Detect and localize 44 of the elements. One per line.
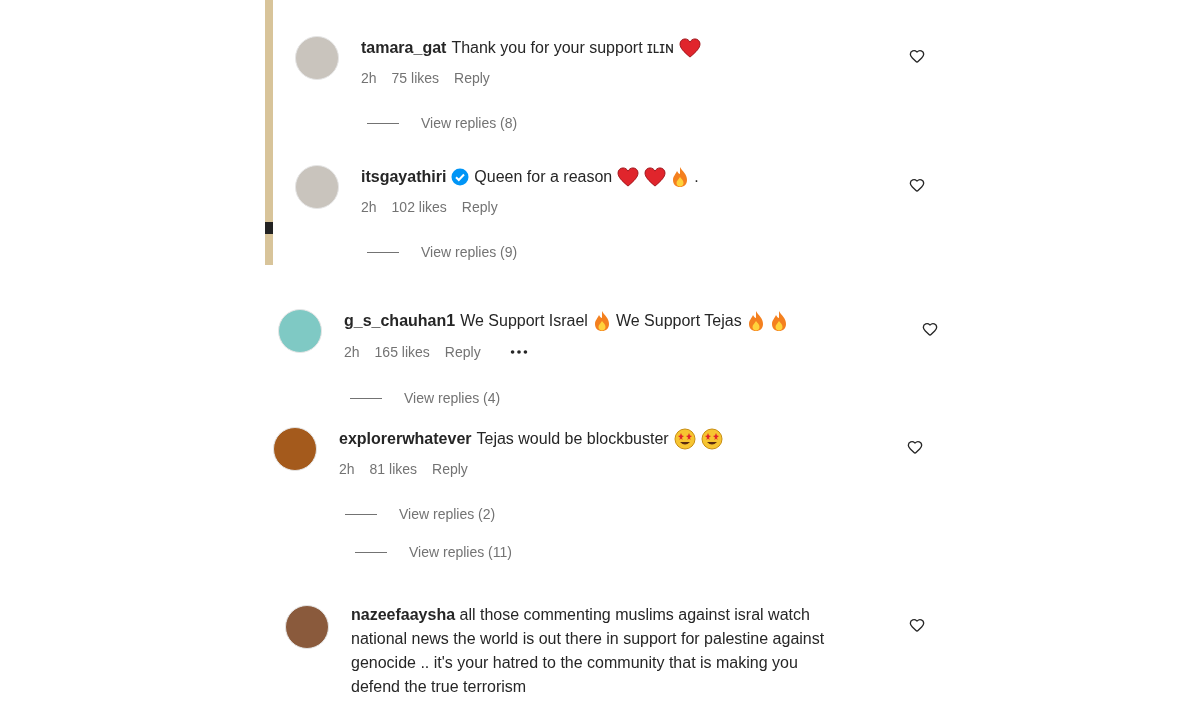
reply-button[interactable]: Reply [461,197,498,217]
heart-icon [617,167,640,187]
comment-text: nazeefaaysha all those commenting muslims against isral watch national news the world is out there in support for palestine against genocide .. it's your hatred to the community that is making you defend the true terrorism [351,605,826,697]
like-count[interactable]: 81 likes [369,459,418,479]
view-replies-link[interactable]: View replies (8) [421,113,518,133]
avatar[interactable] [273,427,317,471]
comment-time: 2h [344,343,360,362]
view-replies-link[interactable]: View replies (4) [404,388,501,408]
view-replies-link[interactable]: View replies (2) [399,504,496,524]
heart-icon [678,38,701,58]
comment-time: 2h [339,460,355,479]
heart-icon [644,167,667,187]
star-eyes-emoji-icon [700,428,723,450]
fire-icon [671,166,690,188]
fire-icon [769,310,788,332]
like-count[interactable]: 165 likes [374,342,430,362]
like-icon[interactable] [909,617,925,633]
avatar[interactable] [285,605,329,649]
comment-text: We Support Tejas [615,311,742,331]
reply-button[interactable]: Reply [432,459,468,479]
comment-text: Thank you for your support ɪʟɪɴ [451,38,674,58]
comment-text: Tejas would be blockbuster [476,429,669,449]
like-icon[interactable] [907,439,923,455]
comment-time: 2h [361,198,377,217]
like-icon[interactable] [909,177,925,193]
comment-text: . [694,167,699,187]
comment-text: We Support Israel [460,311,588,331]
username[interactable]: g_s_chauhan1 [344,309,456,333]
fire-icon [592,310,611,332]
like-icon[interactable] [909,48,925,64]
reply-button[interactable]: Reply [444,342,481,362]
username[interactable]: tamara_gat [361,36,447,60]
username[interactable]: explorerwhatever [339,427,472,451]
reply-button[interactable]: Reply [454,68,490,88]
like-icon[interactable] [922,321,938,337]
like-count[interactable]: 102 likes [391,197,447,217]
comment-text: Queen for a reason [474,167,613,187]
view-replies-link[interactable]: View replies (11) [409,542,512,562]
comment-time: 2h [361,69,377,88]
star-eyes-emoji-icon [673,428,696,450]
username[interactable]: itsgayathiri [361,165,447,189]
view-replies-link[interactable]: View replies (9) [421,242,518,262]
fire-icon [746,310,765,332]
like-count[interactable]: 75 likes [391,68,440,88]
